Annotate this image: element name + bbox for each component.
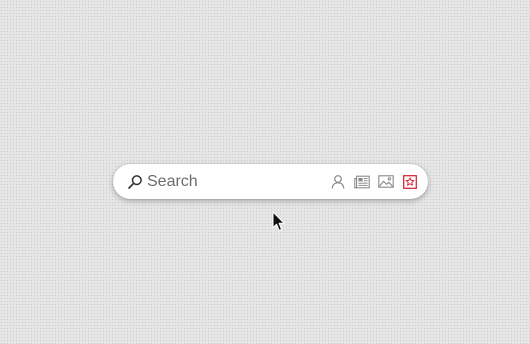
- search-icon: [127, 174, 143, 190]
- newspaper-icon[interactable]: [354, 174, 370, 190]
- mouse-cursor-icon: [272, 211, 286, 232]
- person-icon[interactable]: [330, 174, 346, 190]
- search-bar[interactable]: [113, 164, 428, 199]
- favorite-star-icon[interactable]: [402, 174, 418, 190]
- search-scope-toolbar: [330, 174, 418, 190]
- search-input[interactable]: [147, 169, 330, 194]
- desktop-background: { "search": { "placeholder": "Search", "…: [0, 0, 530, 344]
- image-icon[interactable]: [378, 174, 394, 190]
